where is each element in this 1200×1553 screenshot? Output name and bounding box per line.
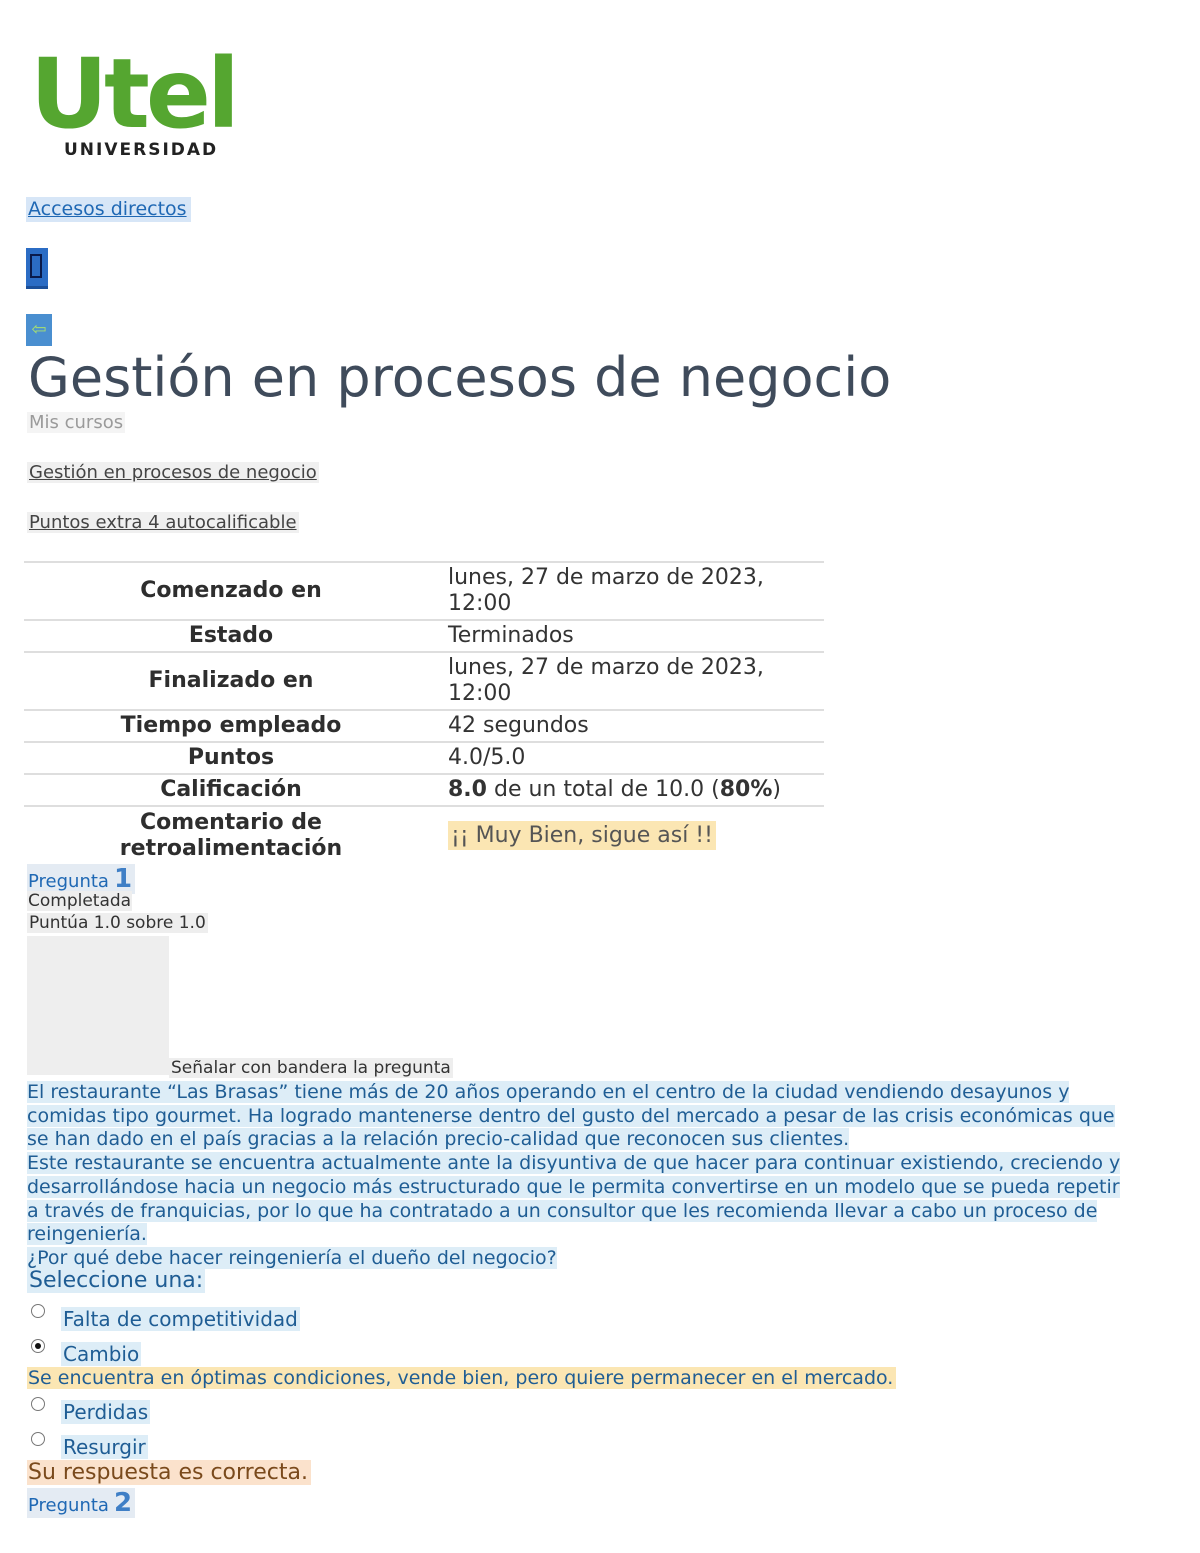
feedback-text: ¡¡ Muy Bien, sigue así !! <box>448 820 716 850</box>
question-text-line: El restaurante “Las Brasas” tiene más de… <box>27 1081 1070 1103</box>
grade-mid: de un total de 10.0 ( <box>486 777 720 802</box>
menu-icon <box>30 254 42 278</box>
feedback-label: Comentario de retroalimentación <box>24 805 438 864</box>
option-radio-cambio[interactable] <box>31 1339 45 1353</box>
back-arrow-icon: ⇦ <box>31 319 47 340</box>
question-number: 2 <box>114 1488 133 1518</box>
answer-result: Su respuesta es correcta. <box>27 1460 311 1485</box>
started-time: 12:00 <box>448 591 512 616</box>
grade-label: Calificación <box>24 773 438 806</box>
select-one-prompt: Seleccione una: <box>27 1268 206 1293</box>
question-text-line: reingeniería. <box>27 1223 147 1246</box>
state-label: Estado <box>24 619 438 652</box>
time-value: 42 segundos <box>438 709 824 742</box>
question-2-header: Pregunta 2 <box>27 1488 136 1518</box>
summary-row-state: Estado Terminados <box>24 619 824 652</box>
breadcrumb-quiz[interactable]: Puntos extra 4 autocalificable <box>27 512 299 533</box>
flag-question-link[interactable]: Señalar con bandera la pregunta <box>169 1058 453 1078</box>
time-label: Tiempo empleado <box>24 709 438 742</box>
page-title: Gestión en procesos de negocio <box>28 346 892 409</box>
shortcuts-link[interactable]: Accesos directos <box>26 197 191 222</box>
option-label-falta[interactable]: Falta de competitividad <box>61 1307 300 1331</box>
grade-percent: 80% <box>719 777 773 802</box>
question-text-line: comidas tipo gourmet. Ha logrado mantene… <box>27 1104 1115 1127</box>
question-text-line: desarrollándose hacia un negocio más est… <box>27 1175 1120 1198</box>
question-number: 1 <box>114 864 133 894</box>
finished-label: Finalizado en <box>24 651 438 710</box>
question-grade: Puntúa 1.0 sobre 1.0 <box>27 913 208 933</box>
points-value: 4.0/5.0 <box>438 741 824 774</box>
flag-question-box[interactable] <box>27 936 169 1075</box>
finished-value: lunes, 27 de marzo de 2023, 12:00 <box>438 651 824 710</box>
attempt-summary-table: Comenzado en lunes, 27 de marzo de 2023,… <box>24 561 824 864</box>
feedback-label-line1: Comentario de <box>140 809 322 835</box>
started-label: Comenzado en <box>24 561 438 620</box>
summary-row-started: Comenzado en lunes, 27 de marzo de 2023,… <box>24 561 824 620</box>
option-radio-perdidas[interactable] <box>31 1397 45 1411</box>
question-1-header: Pregunta 1 <box>27 864 136 894</box>
question-text-line: Este restaurante se encuentra actualment… <box>27 1152 1121 1175</box>
feedback-value: ¡¡ Muy Bien, sigue así !! <box>438 805 824 864</box>
started-value: lunes, 27 de marzo de 2023, 12:00 <box>438 561 824 620</box>
finished-date: lunes, 27 de marzo de 2023, <box>448 655 764 680</box>
state-value: Terminados <box>438 619 824 652</box>
option-radio-resurgir[interactable] <box>31 1432 45 1446</box>
logo-word: Utel <box>30 38 240 150</box>
question-word: Pregunta <box>28 871 109 892</box>
summary-row-points: Puntos 4.0/5.0 <box>24 741 824 774</box>
option-radio-falta[interactable] <box>31 1304 45 1318</box>
menu-button[interactable] <box>26 248 48 289</box>
logo-subtitle: UNIVERSIDAD <box>64 140 219 160</box>
feedback-label-line2: retroalimentación <box>119 835 343 861</box>
utel-logo: Utel UNIVERSIDAD <box>30 46 280 170</box>
points-label: Puntos <box>24 741 438 774</box>
back-button[interactable]: ⇦ <box>26 314 52 346</box>
question-state: Completada <box>27 891 133 911</box>
option-label-perdidas[interactable]: Perdidas <box>61 1400 151 1424</box>
finished-time: 12:00 <box>448 681 512 706</box>
breadcrumb-course[interactable]: Gestión en procesos de negocio <box>27 462 319 483</box>
started-date: lunes, 27 de marzo de 2023, <box>448 565 764 590</box>
breadcrumb-mis-cursos[interactable]: Mis cursos <box>27 412 126 433</box>
summary-row-grade: Calificación 8.0 de un total de 10.0 (80… <box>24 773 824 806</box>
option-feedback: Se encuentra en óptimas condiciones, ven… <box>27 1367 897 1389</box>
question-text-line: se han dado en el país gracias a la rela… <box>27 1128 850 1151</box>
question-text: El restaurante “Las Brasas” tiene más de… <box>27 1081 1162 1271</box>
question-word: Pregunta <box>28 1495 109 1516</box>
summary-row-finished: Finalizado en lunes, 27 de marzo de 2023… <box>24 651 824 710</box>
option-label-resurgir[interactable]: Resurgir <box>61 1435 148 1459</box>
question-text-line: ¿Por qué debe hacer reingeniería el dueñ… <box>27 1246 557 1269</box>
summary-row-time: Tiempo empleado 42 segundos <box>24 709 824 742</box>
summary-row-feedback: Comentario de retroalimentación ¡¡ Muy B… <box>24 805 824 864</box>
grade-value: 8.0 de un total de 10.0 (80%) <box>438 773 824 806</box>
grade-score: 8.0 <box>448 777 487 802</box>
option-label-cambio[interactable]: Cambio <box>61 1342 142 1366</box>
question-text-line: a través de franquicias, por lo que ha c… <box>27 1199 1098 1222</box>
grade-end: ) <box>772 777 781 802</box>
